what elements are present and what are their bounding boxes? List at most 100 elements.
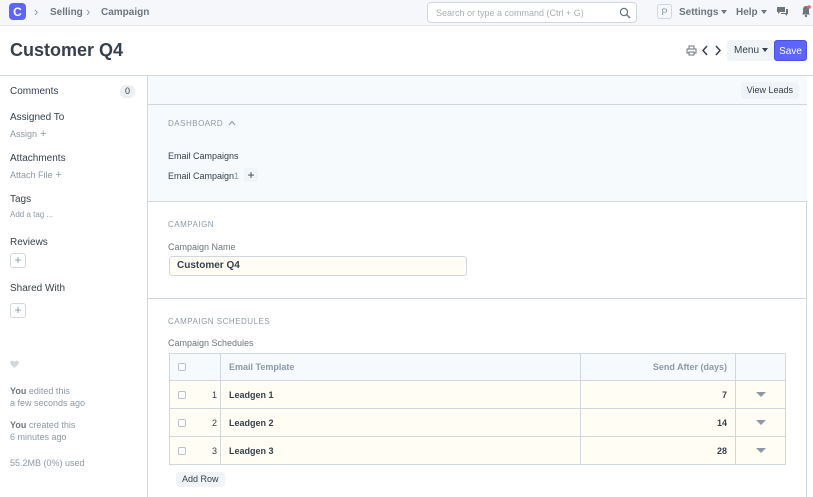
email-campaigns-group-label: Email Campaigns <box>168 151 239 161</box>
send-after-cell[interactable]: 7 <box>580 381 735 408</box>
save-button[interactable]: Save <box>774 40 807 61</box>
add-share-button[interactable]: + <box>10 303 26 318</box>
row-check-cell <box>170 381 194 408</box>
campaign-name-input[interactable]: Customer Q4 <box>169 256 467 276</box>
printer-icon[interactable] <box>686 45 697 56</box>
app-logo[interactable]: C <box>9 3 26 20</box>
search-placeholder: Search or type a command (Ctrl + G) <box>436 8 584 18</box>
breadcrumb-campaign[interactable]: Campaign <box>101 7 149 18</box>
edited-text: edited this <box>26 386 70 396</box>
dashboard-section <box>148 105 807 201</box>
attach-file-label: Attach File <box>10 170 53 180</box>
attach-file-link[interactable]: Attach File + <box>10 169 62 181</box>
select-all-checkbox[interactable] <box>178 363 186 371</box>
page-title: Customer Q4 <box>10 40 124 60</box>
campaign-schedules-section-title: CAMPAIGN SCHEDULES <box>168 317 271 326</box>
add-row-button[interactable]: Add Row <box>176 472 225 487</box>
search-icon <box>619 7 631 19</box>
assign-link-label: Assign <box>10 129 38 139</box>
created-time: 6 minutes ago <box>10 432 67 442</box>
email-template-cell[interactable]: Leadgen 3 <box>220 437 580 464</box>
navbar: C › Selling › Campaign Search or type a … <box>0 0 813 26</box>
caret-down-icon <box>721 10 728 15</box>
row-index: 3 <box>211 445 217 456</box>
add-email-campaign-button[interactable]: + <box>244 168 258 182</box>
chevron-left-icon[interactable] <box>700 45 711 56</box>
table-header-row: Email Template Send After (days) <box>169 353 786 381</box>
row-edit-cell[interactable] <box>735 409 785 436</box>
breadcrumb-selling[interactable]: Selling <box>50 7 83 18</box>
row-index: 1 <box>211 389 217 400</box>
edited-activity: You edited this a few seconds ago <box>10 385 85 409</box>
menu-button-label: Menu <box>734 45 760 56</box>
comments-label[interactable]: Comments <box>10 86 58 97</box>
assign-link[interactable]: Assign + <box>10 128 46 140</box>
email-template-cell[interactable]: Leadgen 2 <box>220 409 580 436</box>
column-header-send-after: Send After (days) <box>580 354 735 380</box>
email-template-cell[interactable]: Leadgen 1 <box>220 381 580 408</box>
caret-down-icon <box>755 420 766 425</box>
actions-header <box>735 354 785 380</box>
assigned-to-label: Assigned To <box>10 112 65 123</box>
help-menu-label: Help <box>736 7 758 18</box>
email-campaign-link[interactable]: Email Campaign <box>168 171 234 181</box>
row-checkbox[interactable] <box>178 446 186 455</box>
created-text: created this <box>26 420 76 430</box>
table-row[interactable]: 3 Leadgen 3 28 <box>169 437 786 465</box>
page-head: Customer Q4 Menu Save <box>0 27 813 76</box>
edited-time: a few seconds ago <box>10 398 86 408</box>
chevron-right-icon: › <box>86 4 91 19</box>
select-all-cell <box>170 354 194 380</box>
table-row[interactable]: 2 Leadgen 2 14 <box>169 409 786 437</box>
view-leads-button[interactable]: View Leads <box>740 82 799 99</box>
send-after-cell[interactable]: 14 <box>580 409 735 436</box>
campaign-name-label: Campaign Name <box>168 242 236 252</box>
email-campaign-count: 1 <box>234 171 240 181</box>
attachments-label: Attachments <box>10 153 66 164</box>
created-activity: You created this 6 minutes ago <box>10 419 75 443</box>
chat-icon[interactable] <box>776 6 789 18</box>
menu-button[interactable]: Menu <box>727 40 776 61</box>
shared-with-label: Shared With <box>10 283 66 294</box>
row-edit-cell[interactable] <box>735 381 785 408</box>
heart-icon[interactable] <box>10 360 19 368</box>
bell-icon[interactable] <box>801 5 811 18</box>
caret-down-icon <box>755 448 766 453</box>
section-divider <box>148 298 807 299</box>
form-sidebar: Comments 0 Assigned To Assign + Attachmen… <box>0 76 147 497</box>
settings-menu[interactable]: Settings <box>679 7 728 18</box>
form-main: View Leads DASHBOARD Email Campaigns Ema… <box>147 76 807 497</box>
created-by: You <box>10 420 27 430</box>
campaign-schedules-table: Email Template Send After (days) 1 Leadg… <box>169 353 786 465</box>
add-review-button[interactable]: + <box>10 253 26 268</box>
row-check-cell <box>170 409 194 436</box>
comments-count-badge: 0 <box>120 85 135 98</box>
row-checkbox[interactable] <box>178 390 186 399</box>
logo-letter: C <box>13 4 22 19</box>
chevron-right-icon: › <box>34 4 39 19</box>
campaign-section-title: CAMPAIGN <box>168 220 215 229</box>
chevron-up-icon[interactable] <box>228 120 236 126</box>
row-index: 2 <box>211 417 217 428</box>
row-edit-cell[interactable] <box>735 437 785 464</box>
plus-icon: + <box>55 169 62 181</box>
add-tag-link[interactable]: Add a tag ... <box>10 210 53 219</box>
search-input[interactable]: Search or type a command (Ctrl + G) <box>427 2 637 23</box>
edited-by: You <box>10 386 27 396</box>
send-after-cell[interactable]: 28 <box>580 437 735 464</box>
tags-label: Tags <box>10 194 32 205</box>
settings-menu-label: Settings <box>679 7 719 18</box>
reviews-label: Reviews <box>10 237 48 248</box>
column-header-email-template: Email Template <box>220 354 580 380</box>
table-row[interactable]: 1 Leadgen 1 7 <box>169 381 786 409</box>
user-avatar[interactable]: P <box>657 4 672 19</box>
avatar-letter: P <box>661 6 668 17</box>
chevron-right-icon[interactable] <box>712 45 723 56</box>
dashboard-section-title[interactable]: DASHBOARD <box>168 119 223 128</box>
section-divider <box>148 201 807 202</box>
row-checkbox[interactable] <box>178 418 186 427</box>
storage-usage: 55.2MB (0%) used <box>10 458 85 468</box>
caret-down-icon <box>760 10 767 15</box>
caret-down-icon <box>755 392 766 397</box>
help-menu[interactable]: Help <box>736 7 767 18</box>
